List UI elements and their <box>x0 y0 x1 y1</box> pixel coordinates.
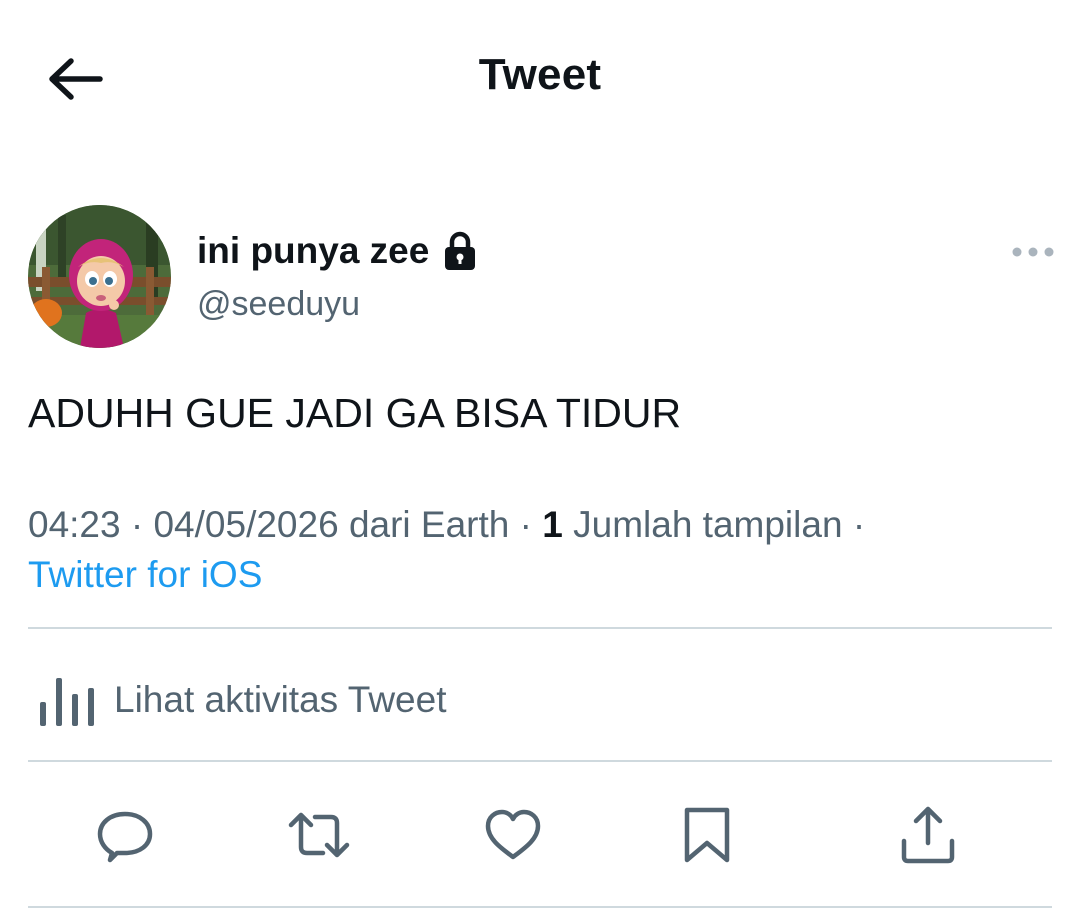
reply-button[interactable] <box>93 803 157 867</box>
like-button[interactable] <box>481 803 545 867</box>
tweet-time[interactable]: 04:23 <box>28 504 121 545</box>
page-title: Tweet <box>478 50 602 99</box>
tweet-activity-button[interactable]: Lihat aktivitas Tweet <box>28 660 1052 740</box>
retweet-button[interactable] <box>287 803 351 867</box>
meta-separator: · <box>852 504 866 545</box>
tweet-meta: 04:23 · 04/05/2026 dari Earth · 1 Jumlah… <box>28 500 1058 600</box>
tweet-text: ADUHH GUE JADI GA BISA TIDUR <box>28 390 682 436</box>
reply-icon <box>97 811 153 863</box>
bookmark-button[interactable] <box>675 803 739 867</box>
tweet-date[interactable]: 04/05/2026 <box>153 504 338 545</box>
meta-separator: · <box>519 504 532 545</box>
divider <box>28 760 1052 762</box>
author-name-text: ini punya zee <box>197 230 430 271</box>
divider <box>28 906 1052 908</box>
divider <box>28 627 1052 629</box>
lock-icon <box>443 231 477 271</box>
author-handle[interactable]: @seeduyu <box>197 285 360 324</box>
analytics-icon <box>40 678 94 726</box>
avatar[interactable] <box>28 205 171 348</box>
author-name[interactable]: ini punya zee <box>197 230 477 272</box>
activity-label: Lihat aktivitas Tweet <box>114 679 447 720</box>
like-icon <box>485 809 541 860</box>
header: Tweet <box>0 0 1080 160</box>
avatar-image <box>28 205 171 348</box>
source-link[interactable]: Twitter for iOS <box>28 554 262 595</box>
more-dots-icon <box>1012 247 1054 257</box>
share-icon <box>901 806 955 864</box>
tweet-location: dari Earth <box>348 504 510 545</box>
retweet-icon <box>288 812 350 858</box>
share-button[interactable] <box>896 803 960 867</box>
more-options-button[interactable] <box>1010 243 1056 261</box>
views-label: Jumlah tampilan <box>573 504 843 545</box>
bookmark-icon <box>684 807 730 863</box>
meta-separator: · <box>130 504 144 545</box>
views-count: 1 <box>542 504 563 545</box>
